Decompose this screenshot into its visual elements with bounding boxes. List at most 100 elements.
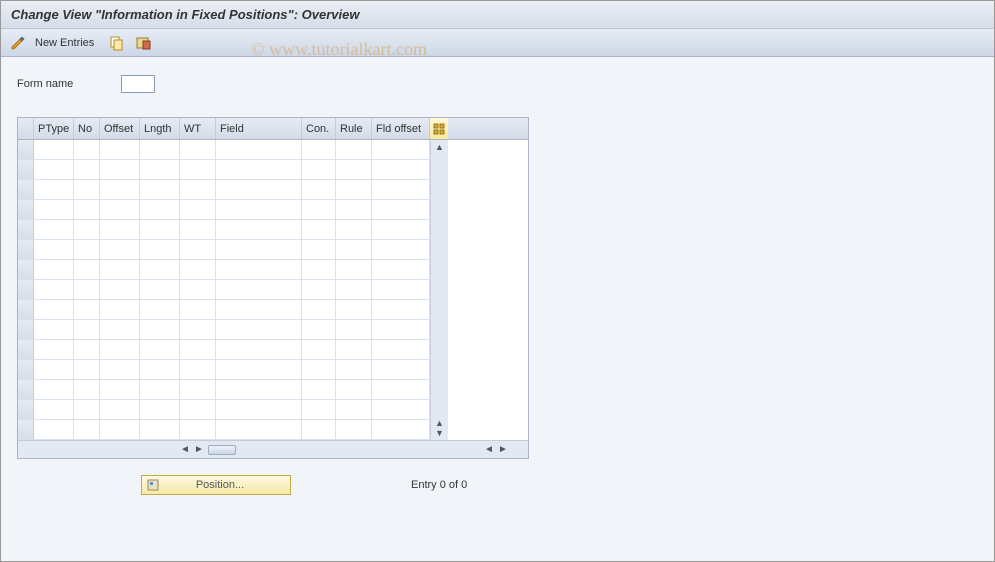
cell-ptype[interactable] (34, 360, 74, 380)
cell-no[interactable] (74, 140, 100, 160)
cell-wt[interactable] (180, 180, 216, 200)
cell-con[interactable] (302, 420, 336, 440)
cell-field[interactable] (216, 300, 302, 320)
cell-rule[interactable] (336, 420, 372, 440)
cell-offset[interactable] (100, 280, 140, 300)
cell-wt[interactable] (180, 200, 216, 220)
row-selector[interactable] (18, 380, 34, 400)
copy-icon[interactable] (108, 34, 126, 52)
cell-rule[interactable] (336, 360, 372, 380)
table-row[interactable] (18, 260, 430, 280)
cell-offset[interactable] (100, 140, 140, 160)
scroll-right-icon[interactable]: ► (496, 444, 510, 455)
table-row[interactable] (18, 160, 430, 180)
cell-no[interactable] (74, 180, 100, 200)
cell-ptype[interactable] (34, 240, 74, 260)
cell-lngth[interactable] (140, 320, 180, 340)
table-row[interactable] (18, 340, 430, 360)
cell-no[interactable] (74, 200, 100, 220)
cell-rule[interactable] (336, 220, 372, 240)
cell-field[interactable] (216, 420, 302, 440)
cell-fldoff[interactable] (372, 260, 430, 280)
row-selector[interactable] (18, 180, 34, 200)
cell-no[interactable] (74, 260, 100, 280)
row-selector[interactable] (18, 320, 34, 340)
cell-lngth[interactable] (140, 420, 180, 440)
cell-con[interactable] (302, 280, 336, 300)
cell-lngth[interactable] (140, 340, 180, 360)
cell-con[interactable] (302, 200, 336, 220)
cell-no[interactable] (74, 240, 100, 260)
cell-ptype[interactable] (34, 220, 74, 240)
row-selector[interactable] (18, 420, 34, 440)
row-selector[interactable] (18, 300, 34, 320)
column-header-con[interactable]: Con. (302, 118, 336, 139)
scroll-down-icon[interactable]: ▲ (435, 418, 444, 428)
cell-no[interactable] (74, 420, 100, 440)
row-selector[interactable] (18, 260, 34, 280)
cell-con[interactable] (302, 300, 336, 320)
cell-offset[interactable] (100, 400, 140, 420)
cell-field[interactable] (216, 140, 302, 160)
cell-ptype[interactable] (34, 260, 74, 280)
table-row[interactable] (18, 300, 430, 320)
cell-ptype[interactable] (34, 140, 74, 160)
cell-rule[interactable] (336, 180, 372, 200)
cell-rule[interactable] (336, 280, 372, 300)
row-selector[interactable] (18, 360, 34, 380)
cell-wt[interactable] (180, 400, 216, 420)
cell-lngth[interactable] (140, 380, 180, 400)
column-header-ptype[interactable]: PType (34, 118, 74, 139)
cell-ptype[interactable] (34, 420, 74, 440)
cell-lngth[interactable] (140, 280, 180, 300)
cell-no[interactable] (74, 160, 100, 180)
cell-ptype[interactable] (34, 200, 74, 220)
table-row[interactable] (18, 420, 430, 440)
cell-field[interactable] (216, 160, 302, 180)
cell-ptype[interactable] (34, 400, 74, 420)
cell-lngth[interactable] (140, 240, 180, 260)
cell-lngth[interactable] (140, 140, 180, 160)
table-row[interactable] (18, 380, 430, 400)
cell-field[interactable] (216, 220, 302, 240)
cell-rule[interactable] (336, 320, 372, 340)
cell-no[interactable] (74, 220, 100, 240)
cell-fldoff[interactable] (372, 360, 430, 380)
cell-offset[interactable] (100, 340, 140, 360)
table-row[interactable] (18, 220, 430, 240)
cell-wt[interactable] (180, 340, 216, 360)
cell-offset[interactable] (100, 420, 140, 440)
configure-columns-icon[interactable] (430, 118, 448, 139)
cell-con[interactable] (302, 260, 336, 280)
cell-wt[interactable] (180, 280, 216, 300)
cell-no[interactable] (74, 340, 100, 360)
table-row[interactable] (18, 360, 430, 380)
cell-wt[interactable] (180, 160, 216, 180)
cell-wt[interactable] (180, 260, 216, 280)
cell-rule[interactable] (336, 240, 372, 260)
cell-fldoff[interactable] (372, 200, 430, 220)
table-row[interactable] (18, 140, 430, 160)
cell-wt[interactable] (180, 140, 216, 160)
cell-wt[interactable] (180, 380, 216, 400)
column-header-rule[interactable]: Rule (336, 118, 372, 139)
row-selector[interactable] (18, 160, 34, 180)
cell-offset[interactable] (100, 220, 140, 240)
cell-ptype[interactable] (34, 160, 74, 180)
cell-rule[interactable] (336, 160, 372, 180)
cell-field[interactable] (216, 260, 302, 280)
cell-con[interactable] (302, 160, 336, 180)
toggle-edit-icon[interactable] (9, 34, 27, 52)
cell-fldoff[interactable] (372, 380, 430, 400)
cell-wt[interactable] (180, 240, 216, 260)
cell-field[interactable] (216, 240, 302, 260)
cell-no[interactable] (74, 280, 100, 300)
table-row[interactable] (18, 200, 430, 220)
row-selector[interactable] (18, 140, 34, 160)
row-selector[interactable] (18, 280, 34, 300)
cell-ptype[interactable] (34, 320, 74, 340)
cell-rule[interactable] (336, 400, 372, 420)
scroll-right-icon[interactable]: ► (192, 444, 206, 455)
cell-fldoff[interactable] (372, 140, 430, 160)
cell-fldoff[interactable] (372, 180, 430, 200)
